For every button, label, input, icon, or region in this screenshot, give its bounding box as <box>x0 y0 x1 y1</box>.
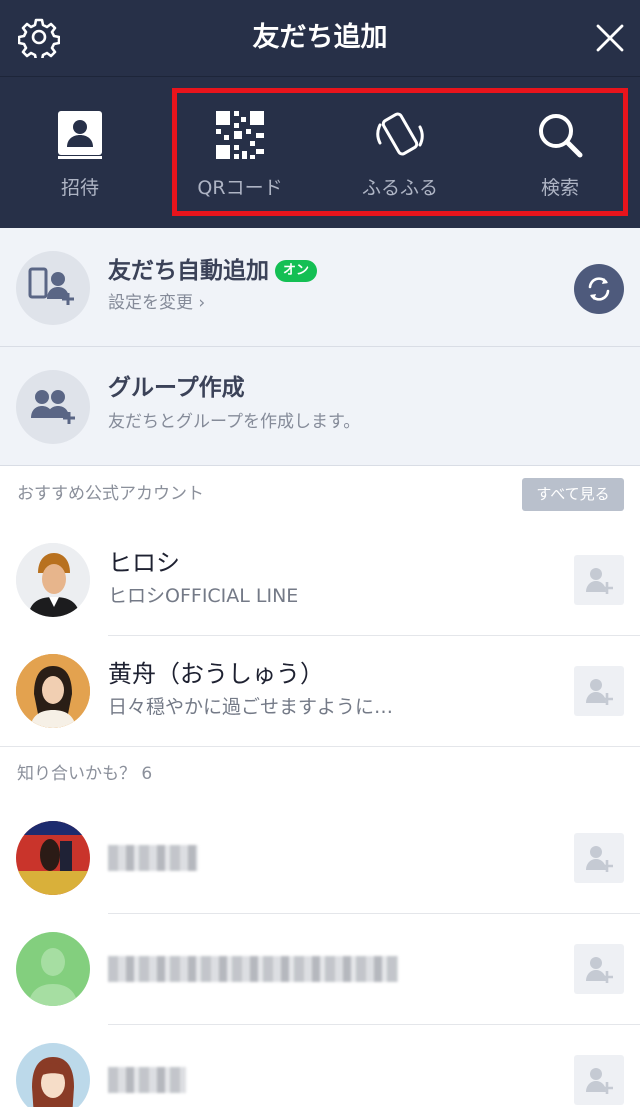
recommended-section-title: おすすめ公式アカウント <box>17 484 204 504</box>
avatar <box>16 654 90 728</box>
add-friend-icon <box>586 679 613 705</box>
auto-add-settings-link[interactable]: 設定を変更 › <box>108 292 205 314</box>
create-group-card[interactable]: グループ作成 友だちとグループを作成します。 <box>0 347 640 466</box>
list-item[interactable] <box>0 803 640 914</box>
avatar <box>16 821 90 895</box>
add-friend-icon <box>586 957 613 983</box>
blurred-name <box>108 956 398 982</box>
close-icon[interactable] <box>592 20 628 56</box>
list-item[interactable]: ヒロシ ヒロシOFFICIAL LINE <box>0 525 640 636</box>
add-friend-button[interactable] <box>574 555 624 605</box>
add-friend-icon <box>586 568 613 594</box>
list-item[interactable] <box>0 914 640 1025</box>
highlight-box <box>172 88 628 216</box>
avatar <box>16 1043 90 1107</box>
create-group-title: グループ作成 <box>108 375 245 401</box>
account-description: ヒロシOFFICIAL LINE <box>108 585 299 607</box>
section-divider <box>0 746 640 747</box>
add-friend-button[interactable] <box>574 833 624 883</box>
suggestions-section-title: 知り合いかも？ 6 <box>17 764 153 784</box>
contact-book-icon <box>58 111 102 159</box>
add-friend-icon <box>586 1068 613 1094</box>
add-methods-bar: 招待 QRコード ふるふる 検索 <box>0 76 640 228</box>
account-description: 日々穏やかに過ごせますように… <box>108 696 394 718</box>
see-all-button[interactable]: すべて見る <box>522 478 624 511</box>
status-badge: オン <box>275 260 318 282</box>
create-group-avatar <box>16 370 90 444</box>
add-friend-button[interactable] <box>574 944 624 994</box>
auto-add-title-row: 友だち自動追加 オン <box>108 256 318 286</box>
invite-label: 招待 <box>60 177 99 199</box>
account-name: 黄舟（おうしゅう） <box>108 660 324 688</box>
auto-add-title: 友だち自動追加 <box>108 258 269 284</box>
blurred-name <box>108 1067 186 1093</box>
group-add-icon <box>31 390 75 424</box>
add-friend-button[interactable] <box>574 666 624 716</box>
auto-add-card[interactable]: 友だち自動追加 オン 設定を変更 › <box>0 228 640 347</box>
phone-add-friend-icon <box>28 267 74 305</box>
account-name: ヒロシ <box>108 549 180 577</box>
create-group-subtitle: 友だちとグループを作成します。 <box>108 412 361 432</box>
refresh-icon <box>588 277 610 301</box>
avatar <box>16 932 90 1006</box>
default-avatar-icon <box>16 932 90 1006</box>
blurred-name <box>108 845 198 871</box>
sync-button[interactable] <box>574 264 624 314</box>
avatar <box>16 543 90 617</box>
invite-button[interactable]: 招待 <box>0 77 160 229</box>
auto-add-avatar <box>16 251 90 325</box>
header-bar: 友だち追加 <box>0 0 640 76</box>
list-item[interactable] <box>0 1025 640 1107</box>
add-friend-button[interactable] <box>574 1055 624 1105</box>
page-title: 友だち追加 <box>252 22 388 53</box>
list-item[interactable]: 黄舟（おうしゅう） 日々穏やかに過ごせますように… <box>0 636 640 747</box>
add-friend-icon <box>586 846 613 872</box>
